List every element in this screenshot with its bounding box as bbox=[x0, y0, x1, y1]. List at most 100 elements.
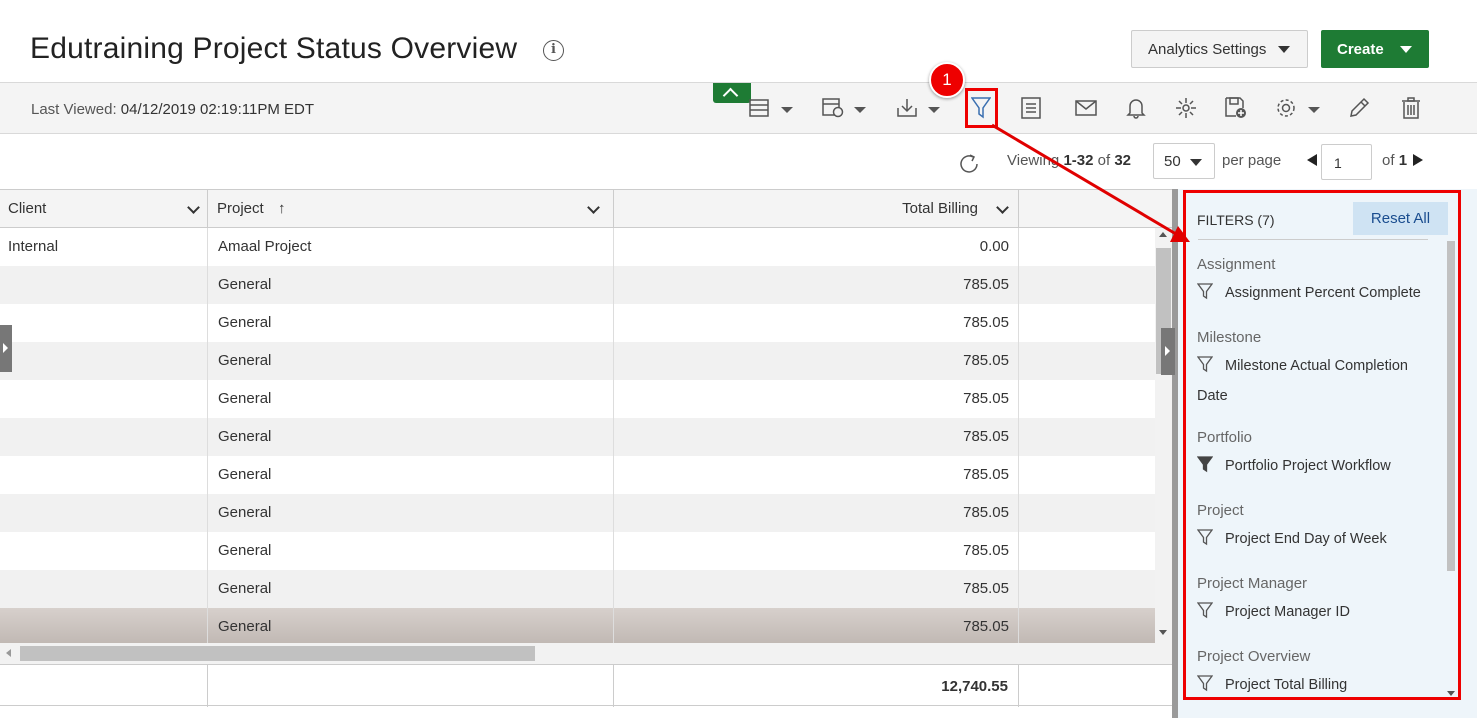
refresh-icon[interactable] bbox=[958, 153, 980, 175]
filter-item-label: Milestone Actual Completion Date bbox=[1197, 358, 1408, 404]
chevron-down-icon[interactable] bbox=[587, 201, 600, 214]
reset-all-button[interactable]: Reset All bbox=[1353, 202, 1448, 235]
table-row-selected[interactable]: General 785.05 bbox=[0, 608, 1155, 646]
column-header-client[interactable]: Client bbox=[0, 190, 208, 227]
trash-icon[interactable] bbox=[1398, 95, 1424, 121]
filters-divider bbox=[1198, 239, 1428, 240]
table-row[interactable]: General 785.05 bbox=[0, 456, 1155, 494]
scroll-left-icon[interactable] bbox=[6, 649, 11, 657]
table-row[interactable]: General 785.05 bbox=[0, 494, 1155, 532]
cell-billing: 785.05 bbox=[963, 314, 1009, 331]
cell-project: General bbox=[218, 276, 272, 293]
filter-item[interactable]: Project Manager ID bbox=[1196, 599, 1437, 629]
cell-project: Amaal Project bbox=[218, 238, 312, 255]
filter-panel-toggle[interactable] bbox=[1161, 328, 1175, 375]
scroll-down-icon[interactable] bbox=[1447, 691, 1455, 696]
chevron-down-icon[interactable] bbox=[781, 107, 793, 113]
filter-item-label: Assignment Percent Complete bbox=[1225, 285, 1421, 301]
filter-item[interactable]: Project Total Billing bbox=[1196, 672, 1437, 702]
gear-icon[interactable] bbox=[1273, 95, 1299, 121]
table-row[interactable]: General 785.05 bbox=[0, 418, 1155, 456]
page-of-label: of bbox=[1382, 152, 1395, 169]
table-row[interactable]: General 785.05 bbox=[0, 342, 1155, 380]
table-row[interactable]: General 785.05 bbox=[0, 570, 1155, 608]
pager-bar: Viewing 1-32 of 32 50 per page 1 of 1 bbox=[0, 135, 1477, 189]
column-label: Client bbox=[8, 200, 47, 217]
cell-billing: 0.00 bbox=[979, 238, 1009, 255]
table-row[interactable]: Internal Amaal Project 0.00 bbox=[0, 228, 1155, 266]
email-icon[interactable] bbox=[1073, 95, 1099, 121]
next-page-icon[interactable] bbox=[1413, 154, 1423, 166]
scroll-down-icon[interactable] bbox=[1159, 630, 1167, 635]
last-viewed: Last Viewed: 04/12/2019 02:19:11PM EDT bbox=[31, 101, 314, 118]
chevron-down-icon[interactable] bbox=[928, 107, 940, 113]
notes-icon[interactable] bbox=[1018, 95, 1044, 121]
filter-item[interactable]: Assignment Percent Complete bbox=[1196, 280, 1437, 310]
filter-icon bbox=[1196, 529, 1215, 556]
transform-icon[interactable] bbox=[1173, 95, 1199, 121]
column-header-empty bbox=[1019, 190, 1172, 227]
table-row[interactable]: General 785.05 bbox=[0, 266, 1155, 304]
per-page-select[interactable]: 50 bbox=[1153, 143, 1215, 179]
report-grid: Client Project ↑ Total Billing Internal … bbox=[0, 189, 1172, 718]
cell-project: General bbox=[218, 466, 272, 483]
column-header-project[interactable]: Project ↑ bbox=[208, 190, 614, 227]
bell-icon[interactable] bbox=[1123, 95, 1149, 121]
filter-item[interactable]: Project End Day of Week bbox=[1196, 526, 1437, 556]
filters-scrollbar[interactable] bbox=[1446, 241, 1456, 696]
grid-view-icon[interactable] bbox=[746, 95, 772, 121]
sort-ascending-icon: ↑ bbox=[278, 200, 286, 217]
table-row[interactable]: General 785.05 bbox=[0, 380, 1155, 418]
column-divider bbox=[207, 665, 208, 707]
chevron-down-icon[interactable] bbox=[1308, 107, 1320, 113]
filter-item-label: Project End Day of Week bbox=[1225, 531, 1387, 547]
table-row[interactable]: General 785.05 bbox=[0, 304, 1155, 342]
download-icon[interactable] bbox=[894, 95, 920, 121]
table-row[interactable]: General 785.05 bbox=[0, 532, 1155, 570]
cell-billing: 785.05 bbox=[963, 390, 1009, 407]
step-badge: 1 bbox=[929, 62, 965, 98]
column-divider bbox=[613, 665, 614, 707]
filter-icon bbox=[1196, 602, 1215, 629]
info-icon[interactable]: i bbox=[543, 40, 564, 61]
cell-project: General bbox=[218, 352, 272, 369]
create-button[interactable]: Create bbox=[1321, 30, 1429, 68]
cell-billing: 785.05 bbox=[963, 428, 1009, 445]
chevron-down-icon[interactable] bbox=[187, 201, 200, 214]
chevron-down-icon[interactable] bbox=[854, 107, 866, 113]
grid-header: Client Project ↑ Total Billing bbox=[0, 189, 1172, 228]
total-billing-value: 12,740.55 bbox=[941, 678, 1008, 695]
filter-group-title: Portfolio bbox=[1197, 429, 1253, 446]
viewing-prefix: Viewing bbox=[1007, 152, 1060, 169]
filters-panel: FILTERS (7) Reset All Assignment Assignm… bbox=[1178, 189, 1477, 718]
viewing-summary: Viewing 1-32 of 32 bbox=[1007, 152, 1131, 169]
cell-billing: 785.05 bbox=[963, 580, 1009, 597]
analytics-settings-button[interactable]: Analytics Settings bbox=[1131, 30, 1308, 68]
column-divider bbox=[613, 228, 614, 643]
scroll-up-icon[interactable] bbox=[1159, 232, 1167, 237]
horizontal-scrollbar[interactable] bbox=[0, 643, 1172, 664]
cell-project: General bbox=[218, 314, 272, 331]
page-of-total: of 1 bbox=[1382, 152, 1407, 169]
chevron-down-icon bbox=[1399, 45, 1412, 53]
per-page-label: per page bbox=[1222, 152, 1282, 169]
column-header-total-billing[interactable]: Total Billing bbox=[614, 190, 1019, 227]
column-label: Project bbox=[217, 200, 264, 217]
filter-item-active[interactable]: Portfolio Project Workflow bbox=[1196, 453, 1437, 483]
prev-page-icon[interactable] bbox=[1307, 154, 1317, 166]
filter-icon-highlight bbox=[965, 88, 998, 128]
cell-project: General bbox=[218, 390, 272, 407]
pencil-icon[interactable] bbox=[1346, 95, 1372, 121]
scroll-thumb[interactable] bbox=[20, 646, 535, 661]
report-icon[interactable] bbox=[820, 95, 846, 121]
page-number-input[interactable]: 1 bbox=[1321, 144, 1372, 180]
save-as-icon[interactable] bbox=[1223, 95, 1249, 121]
column-divider bbox=[1018, 665, 1019, 707]
vertical-scrollbar[interactable] bbox=[1155, 228, 1172, 643]
scroll-thumb[interactable] bbox=[1447, 241, 1455, 571]
left-panel-toggle[interactable] bbox=[0, 325, 12, 372]
chevron-down-icon[interactable] bbox=[996, 201, 1009, 214]
filter-item[interactable]: Milestone Actual Completion Date bbox=[1196, 353, 1437, 410]
filter-group-title: Milestone bbox=[1197, 329, 1262, 346]
column-divider bbox=[1018, 228, 1019, 643]
